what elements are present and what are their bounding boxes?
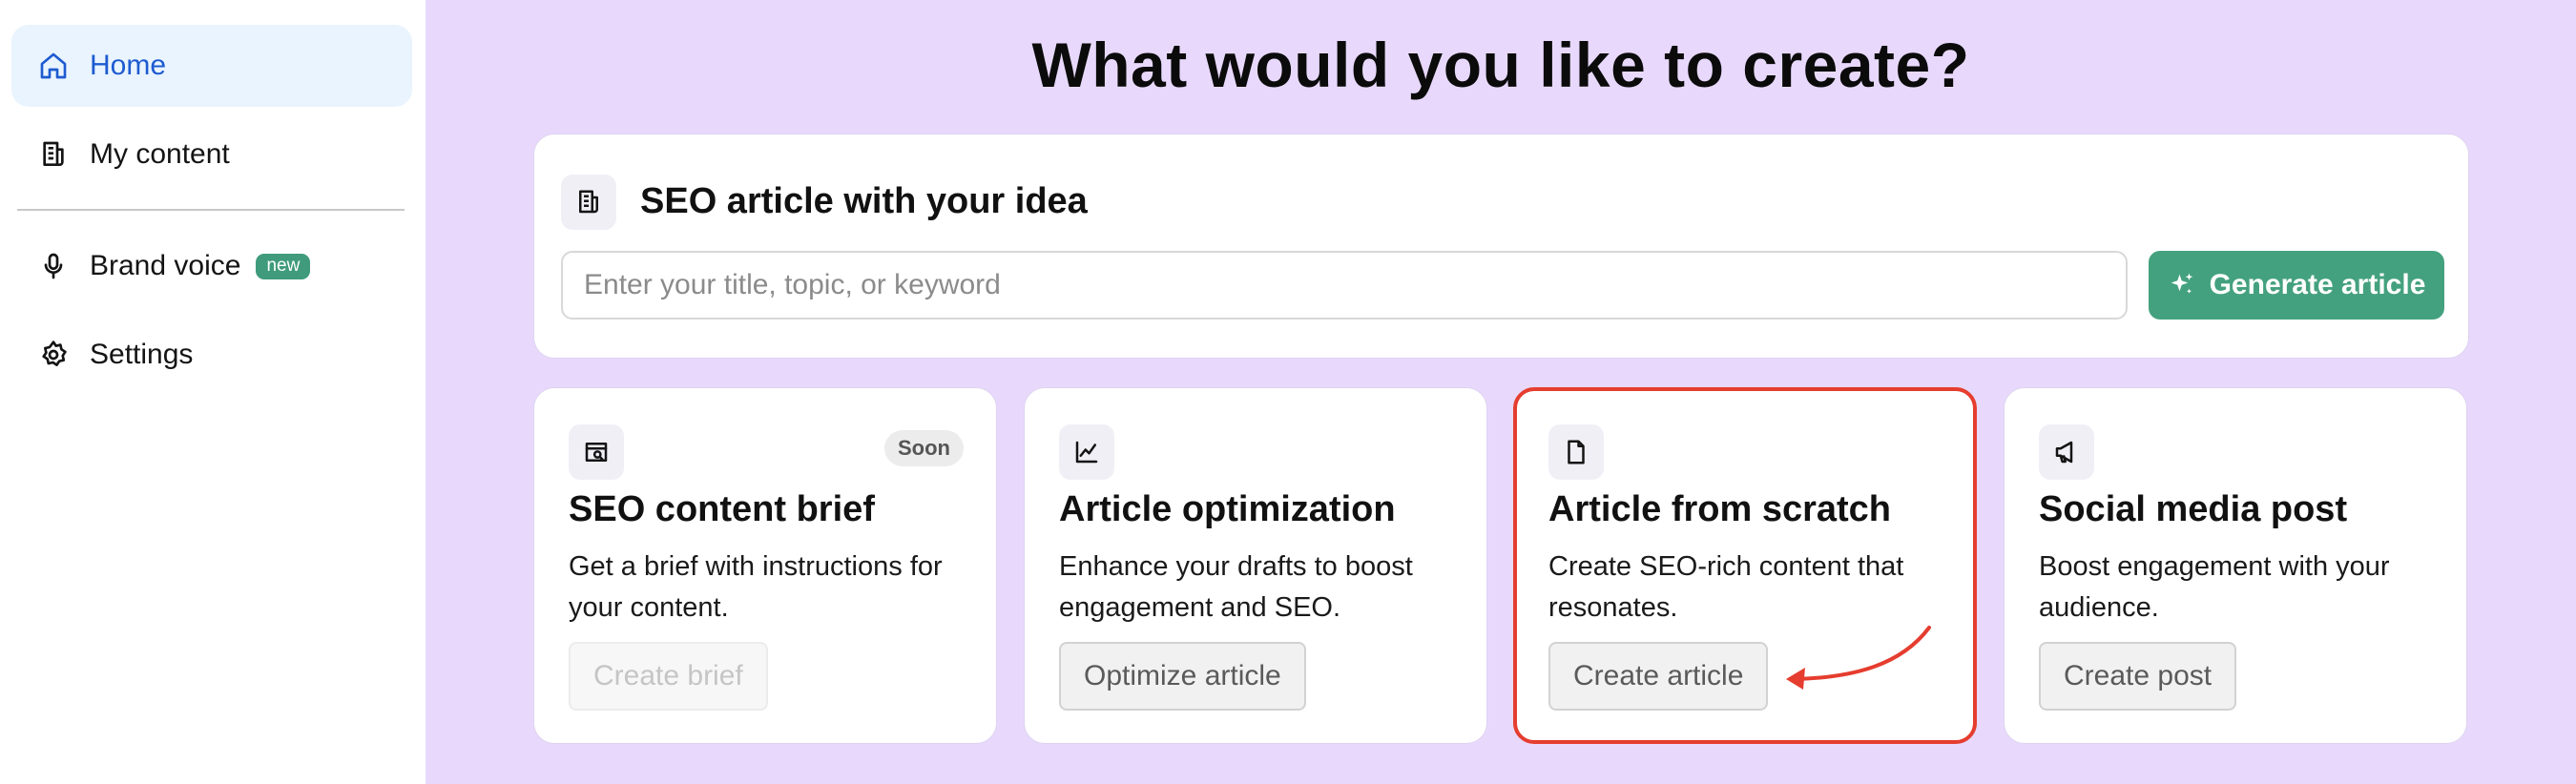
create-brief-button: Create brief	[569, 642, 768, 711]
card-description: Boost engagement with your audience.	[2039, 551, 2390, 623]
document-icon	[561, 175, 616, 230]
sidebar-item-label: My content	[90, 138, 230, 170]
topic-input[interactable]	[561, 251, 2128, 320]
card-description: Create SEO-rich content that resonates.	[1548, 551, 1904, 623]
sidebar-item-settings[interactable]: Settings	[11, 314, 412, 396]
card-title: SEO content brief	[569, 489, 875, 529]
main-content: What would you like to create? SEO artic…	[426, 0, 2576, 784]
article-optimization-card: Article optimization Enhance your drafts…	[1024, 387, 1487, 744]
document-icon	[36, 137, 71, 172]
seo-article-idea-card: SEO article with your idea Generate arti…	[533, 134, 2469, 359]
sidebar-item-label: Home	[90, 50, 167, 81]
soon-badge: Soon	[884, 430, 964, 466]
social-media-post-card: Social media post Boost engagement with …	[2004, 387, 2467, 744]
sidebar: Home My content Brand voice new Settings	[0, 0, 426, 784]
optimize-article-button[interactable]: Optimize article	[1059, 642, 1306, 711]
page-title: What would you like to create?	[1031, 30, 1970, 100]
new-badge: new	[256, 253, 311, 279]
annotation-arrow-icon	[1786, 626, 1931, 690]
generate-article-button[interactable]: Generate article	[2149, 251, 2444, 320]
generate-article-label: Generate article	[2209, 269, 2426, 300]
idea-card-title: SEO article with your idea	[640, 181, 1088, 221]
sparkle-icon	[2171, 273, 2192, 294]
megaphone-icon	[2039, 424, 2094, 480]
sidebar-divider	[17, 209, 405, 211]
sidebar-item-label: Settings	[90, 339, 194, 370]
gear-icon	[36, 338, 71, 372]
microphone-icon	[36, 249, 71, 283]
chart-line-icon	[1059, 424, 1114, 480]
sidebar-item-brand-voice[interactable]: Brand voice new	[11, 225, 412, 307]
home-icon	[36, 49, 71, 83]
card-description: Get a brief with instructions for your c…	[569, 551, 943, 623]
sidebar-item-label: Brand voice	[90, 250, 241, 281]
file-icon	[1548, 424, 1604, 480]
card-title: Social media post	[2039, 489, 2348, 529]
sidebar-item-my-content[interactable]: My content	[11, 113, 412, 196]
card-description: Enhance your drafts to boost engagement …	[1059, 551, 1413, 623]
search-document-icon	[569, 424, 624, 480]
create-article-button[interactable]: Create article	[1548, 642, 1769, 711]
card-title: Article optimization	[1059, 489, 1396, 529]
create-post-button[interactable]: Create post	[2039, 642, 2237, 711]
sidebar-item-home[interactable]: Home	[11, 25, 412, 107]
card-title: Article from scratch	[1548, 489, 1892, 529]
seo-content-brief-card: Soon SEO content brief Get a brief with …	[533, 387, 997, 744]
